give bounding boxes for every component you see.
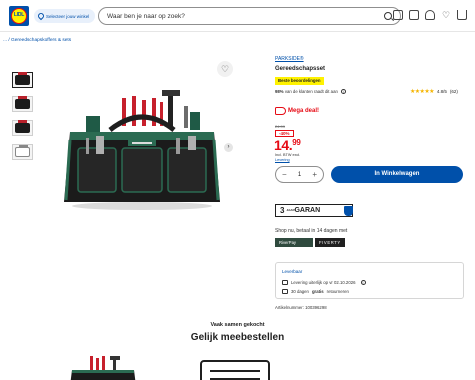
payment-logos: RiverPay FIVERTY [275,238,345,247]
shield-icon [344,205,353,216]
pay-later-text: Shop nu, betaal in 14 dagen met [275,228,348,234]
info-icon[interactable]: i [341,89,347,95]
rating-text: 4.8/5 [436,89,447,94]
returns-free: gratis [311,289,324,294]
mega-deal-text: Mega deal! [288,108,320,114]
user-icon[interactable] [425,10,435,20]
product-image [64,90,220,210]
bought-together-subtitle: Vaak samen gekocht [210,322,265,328]
breadcrumb[interactable]: ... / Gereedschapskoffers & sets [3,38,71,43]
fiverty-logo: FIVERTY [315,238,345,247]
cart-icon[interactable] [457,10,467,20]
return-icon [282,289,288,294]
search-icon[interactable] [384,12,392,20]
truck-icon [282,280,288,285]
thumbnail[interactable] [12,144,33,160]
heart-icon: ♡ [220,63,230,74]
card-line [210,370,260,372]
quantity-stepper: − 1 + [275,166,324,183]
mega-deal-label: Mega deal! [275,107,319,115]
warranty-badge: 3 JAAR GARAN [275,204,353,217]
bought-together-title: Gelijk meebestellen [190,332,285,343]
recommendation-pct: 98% [275,89,284,94]
qty-increase-button[interactable]: + [312,170,317,179]
thumbnail-image [15,120,30,133]
brand-link[interactable]: PARKSIDE® [275,56,304,62]
thumbnail-list [12,72,33,160]
next-image-button[interactable]: › [224,143,233,152]
search-bar[interactable] [98,7,401,25]
lidl-logo[interactable]: LIDL [9,6,29,26]
returns-suffix: retourneren [326,289,349,294]
store-selector-label: Selecteer jouw winkel [46,13,90,19]
add-to-cart-button[interactable]: In Winkelwagen [331,166,463,183]
qty-decrease-button[interactable]: − [282,170,287,179]
favorite-button[interactable]: ♡ [217,61,233,77]
old-price: 24.99 [275,124,286,129]
heart-icon[interactable]: ♡ [441,10,451,20]
price-whole: 14. [274,137,293,153]
availability-label: Leverbaar [282,269,303,274]
logo-text: LIDL [13,12,25,18]
info-icon[interactable]: i [360,280,366,285]
delivery-date-row: Levering uiterlijk op vr 02.10.2026 i [282,280,366,285]
star-rating-icon: ★★★★★ [410,89,435,95]
price-cents: 99 [292,138,301,147]
recommendation-text: 98% van de klanten raadt dit aan i [275,89,347,95]
product-title: Gereedschapsset [275,66,326,72]
delivery-info-box: Leverbaar Levering uiterlijk op vr 02.10… [275,262,464,299]
location-pin-icon [36,11,46,21]
thumbnail-image [15,96,30,109]
thumbnail-image [15,72,30,85]
brochure-icon[interactable] [393,10,403,20]
qty-value[interactable]: 1 [298,172,301,178]
price: 14.99 [274,137,301,153]
returns-row: 30 dagen gratis retourneren [282,289,349,294]
article-number: Artikelnummer: 100396298 [275,305,327,310]
warranty-years: 3 [280,206,285,215]
returns-prefix: 30 dagen [291,289,309,294]
rating-count: (62) [449,89,458,94]
thumbnail[interactable] [12,120,33,136]
riverpay-logo: RiverPay [275,238,313,247]
best-rated-badge: Beste beoordelingen [275,77,324,85]
warranty-label: GARAN [294,207,321,214]
search-input[interactable] [107,12,384,20]
recommendation-label: van de klanten raadt dit aan [284,89,338,94]
megaphone-icon [275,107,286,115]
delivery-link[interactable]: Levering [275,158,290,162]
warranty-unit: JAAR [286,208,295,212]
site-header: LIDL Selecteer jouw winkel ♡ [0,0,475,32]
thumbnail[interactable] [12,72,33,88]
delivery-date-text: Levering uiterlijk op vr 02.10.2026 [291,280,356,285]
discount-badge: -40% [275,130,294,137]
store-selector-button[interactable]: Selecteer jouw winkel [34,9,96,23]
thumbnail[interactable] [12,96,33,112]
header-icons: ♡ [393,10,467,20]
related-product-card[interactable] [200,360,270,380]
thumbnail-image [15,145,30,157]
vat-note: Incl. BTW excl. [275,153,301,157]
store-icon[interactable] [409,10,419,20]
rating-summary[interactable]: ★★★★★ 4.8/5 (62) [410,88,458,95]
related-product-image[interactable] [68,356,138,380]
